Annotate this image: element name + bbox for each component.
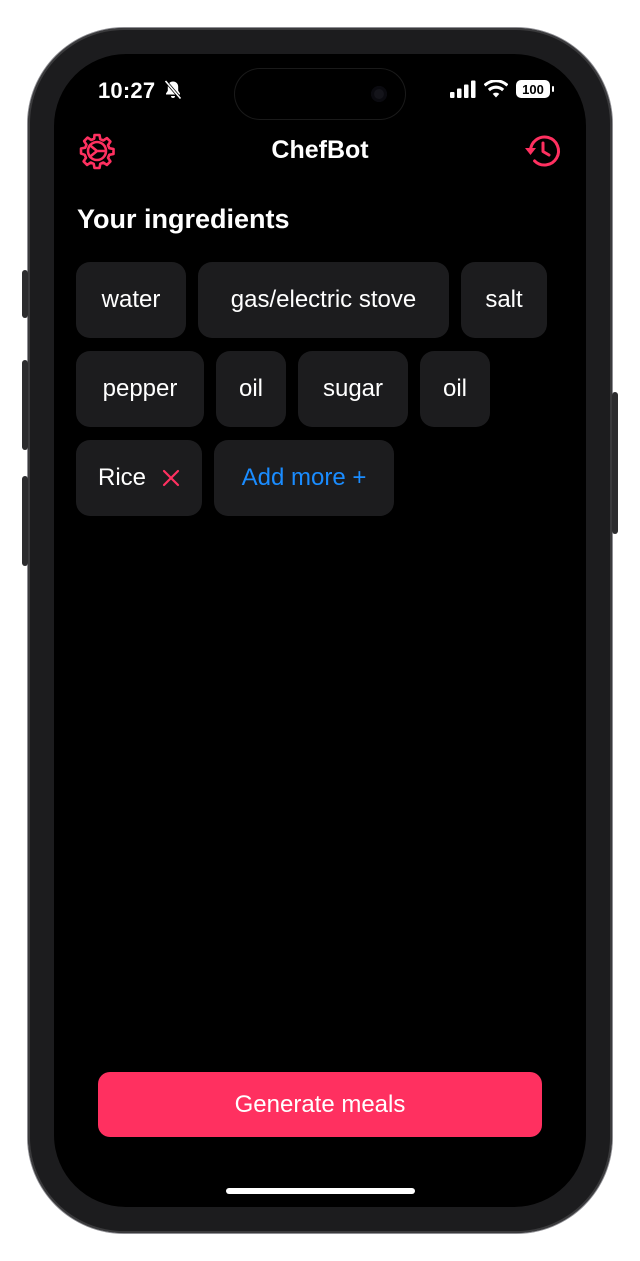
camera-lens [371, 86, 387, 102]
battery-indicator: 100 [516, 80, 554, 98]
volume-up-button [22, 360, 28, 450]
ingredient-chip[interactable]: oil [420, 351, 490, 427]
dynamic-island [235, 69, 405, 119]
home-indicator[interactable] [226, 1188, 415, 1194]
ingredient-chip[interactable]: salt [461, 262, 547, 338]
ingredient-chip-label: oil [442, 375, 467, 402]
history-icon[interactable] [524, 132, 562, 170]
generate-meals-button[interactable]: Generate meals [98, 1072, 542, 1137]
ingredient-chip-removable[interactable]: Rice [76, 440, 202, 516]
ingredient-chip[interactable]: gas/electric stove [198, 262, 449, 338]
ingredient-chip-label: Rice [98, 464, 147, 491]
cellular-signal-icon [450, 80, 476, 98]
app-title: ChefBot [271, 136, 369, 164]
ingredient-chip-label: water [101, 286, 161, 313]
status-time: 10:27 [98, 78, 156, 103]
wifi-icon [484, 80, 508, 98]
ingredient-chip[interactable]: sugar [298, 351, 408, 427]
generate-meals-label: Generate meals [234, 1090, 406, 1118]
navigation-bar: ChefBot [54, 132, 586, 170]
ingredient-chip[interactable]: water [76, 262, 186, 338]
ingredients-heading: Your ingredients [77, 204, 290, 234]
ingredient-chip[interactable]: oil [216, 351, 286, 427]
volume-down-button [22, 476, 28, 566]
ingredient-chip-label: oil [238, 375, 263, 402]
ingredient-chip[interactable]: pepper [76, 351, 204, 427]
ingredient-chip-label: pepper [102, 375, 178, 402]
action-button [22, 270, 28, 318]
status-indicators: 100 [450, 80, 554, 98]
power-button [612, 392, 618, 534]
ingredient-chip-label: salt [485, 286, 523, 313]
add-more-label: Add more + [241, 464, 367, 491]
bell-muted-icon [164, 80, 182, 105]
app-screen: 10:27 100 ChefBot Your ingredients water… [54, 54, 586, 1207]
ingredient-chip-label: sugar [322, 375, 384, 402]
add-more-button[interactable]: Add more + [214, 440, 394, 516]
remove-x-icon[interactable] [162, 469, 180, 487]
ingredient-chip-label: gas/electric stove [230, 286, 417, 313]
